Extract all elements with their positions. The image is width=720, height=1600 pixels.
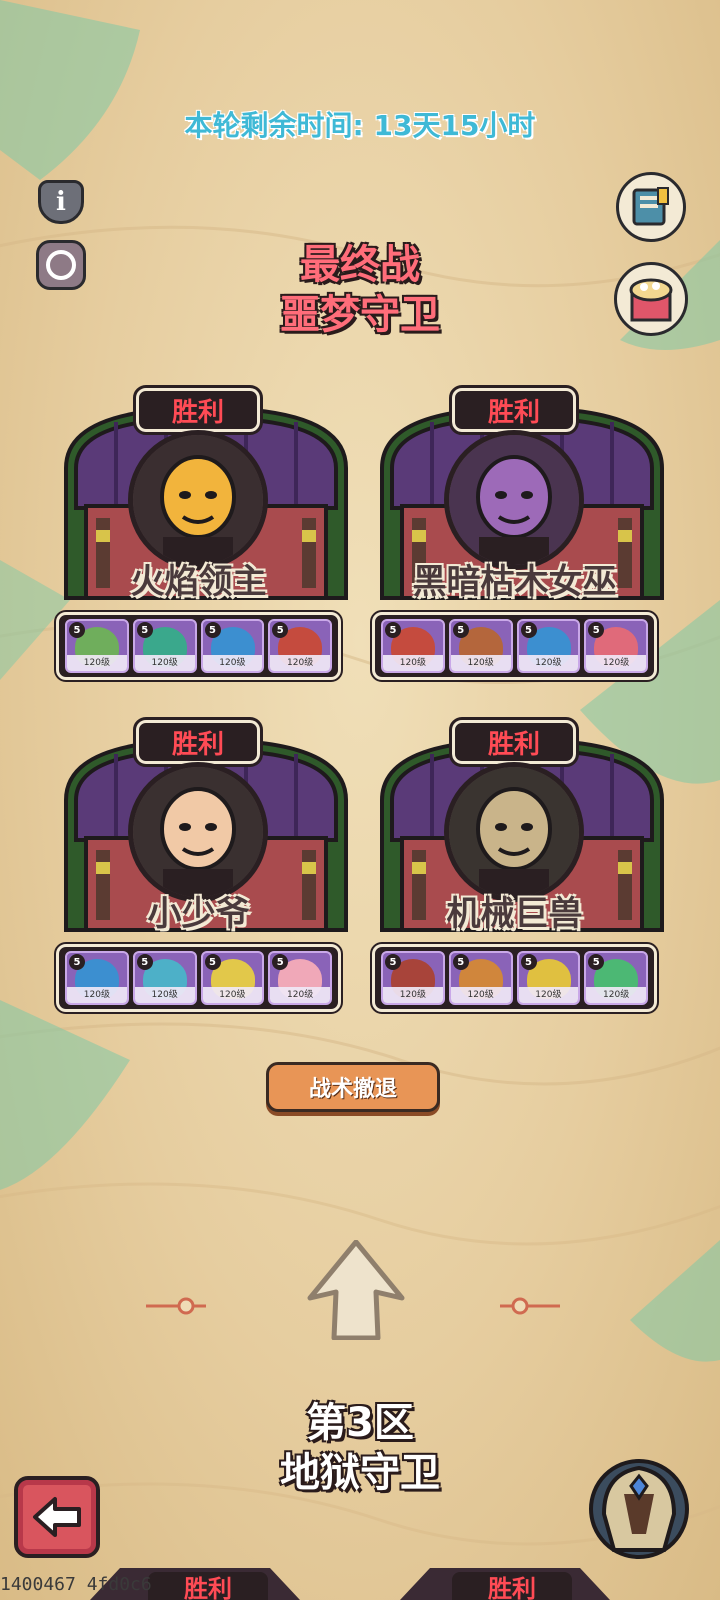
hero-level: 120级 [67, 987, 127, 1003]
boss-name: 小少爷 [147, 894, 250, 934]
boss-defense-team: 5 120级 5 120级 5 120级 5 120级 [370, 610, 659, 682]
hero-star-badge: 5 [385, 622, 401, 638]
boss-face-icon [133, 435, 263, 565]
palm-leaf-top-left [0, 0, 140, 180]
hero-slot: 5 120级 [65, 619, 129, 673]
timer-value: 13天15小时 [373, 109, 536, 142]
hero-star-badge: 5 [520, 622, 537, 638]
build-id: 1400467 4fd0c6 [0, 1574, 152, 1595]
boss-defense-team: 5 120级 5 120级 5 120级 5 120级 [54, 610, 343, 682]
hero-slot: 5 120级 [268, 951, 332, 1005]
hero-slot: 5 120级 [200, 619, 265, 673]
next-victory-badge-right: 胜利 [452, 1572, 572, 1600]
path-marker-left [146, 1297, 206, 1315]
hero-level: 120级 [383, 987, 443, 1003]
boss-portrait [444, 762, 584, 902]
boss-defense-team: 5 120级 5 120级 5 120级 5 120级 [370, 942, 659, 1014]
hero-level: 120级 [202, 655, 263, 671]
victory-badge: 胜利 [449, 385, 579, 435]
boss-card-3[interactable]: 胜利 小少爷 5 120级 5 120级 5 120级 5 120级 [54, 710, 356, 1030]
hero-slot: 5 120级 [448, 619, 513, 673]
hero-slot: 5 120级 [132, 951, 197, 1005]
hero-slot: 5 120级 [584, 619, 648, 673]
hero-slot: 5 120级 [448, 951, 513, 1005]
boss-portrait [128, 430, 268, 570]
hero-slot: 5 120级 [516, 619, 581, 673]
boss-face-icon [449, 767, 579, 897]
hero-star-badge: 5 [452, 622, 469, 638]
victory-badge: 胜利 [449, 717, 579, 767]
boss-portrait [444, 430, 584, 570]
up-arrow-icon[interactable] [306, 1240, 406, 1340]
hero-star-badge: 5 [520, 954, 537, 970]
hero-slot: 5 120级 [65, 951, 129, 1005]
timer-label: 本轮剩余时间: [184, 109, 364, 142]
boss-name: 火焰领主 [130, 562, 267, 602]
hero-level: 120级 [518, 655, 579, 671]
hero-level: 120级 [67, 655, 127, 671]
book-button[interactable] [616, 172, 686, 242]
hero-slot: 5 120级 [200, 951, 265, 1005]
boss-name: 机械巨兽 [446, 894, 583, 934]
hero-slot: 5 120级 [381, 619, 445, 673]
hero-level: 120级 [270, 987, 330, 1003]
hero-level: 120级 [586, 987, 646, 1003]
final-battle-line1: 最终战 [300, 242, 420, 288]
hero-level: 120级 [202, 987, 263, 1003]
hero-level: 120级 [450, 987, 511, 1003]
back-button[interactable] [14, 1476, 100, 1558]
round-timer: 本轮剩余时间: 13天15小时 [0, 104, 720, 144]
hero-star-badge: 5 [385, 954, 401, 970]
next-victory-badge-left: 胜利 [148, 1572, 268, 1600]
hero-slot: 5 120级 [516, 951, 581, 1005]
hero-slot: 5 120级 [268, 619, 332, 673]
book-icon [632, 187, 669, 226]
boss-portrait [128, 762, 268, 902]
hero-level: 120级 [383, 655, 443, 671]
hero-level: 120级 [270, 655, 330, 671]
boss-name: 黑暗枯木女巫 [412, 562, 617, 602]
hero-slot: 5 120级 [584, 951, 648, 1005]
hero-slot: 5 120级 [132, 619, 197, 673]
helmet-icon[interactable] [584, 1454, 694, 1564]
path-marker-right [500, 1297, 560, 1315]
hero-level: 120级 [134, 987, 195, 1003]
victory-badge: 胜利 [133, 385, 263, 435]
boss-face-icon [133, 767, 263, 897]
zone-number: 第3区 [306, 1400, 414, 1446]
palm-leaf-right-low [630, 1240, 720, 1362]
victory-badge: 胜利 [133, 717, 263, 767]
hero-slot: 5 120级 [381, 951, 445, 1005]
boss-face-icon [449, 435, 579, 565]
boss-defense-team: 5 120级 5 120级 5 120级 5 120级 [54, 942, 343, 1014]
hero-star-badge: 5 [136, 622, 153, 638]
hero-level: 120级 [134, 655, 195, 671]
boss-card-2[interactable]: 胜利 黑暗枯木女巫 5 120级 5 120级 5 120级 5 120级 [370, 378, 672, 698]
palm-leaf-left-low [0, 1000, 130, 1190]
hero-level: 120级 [586, 655, 646, 671]
back-arrow-icon [33, 1497, 81, 1537]
hero-level: 120级 [518, 987, 579, 1003]
hero-star-badge: 5 [452, 954, 469, 970]
boss-card-1[interactable]: 胜利 火焰领主 5 120级 5 120级 5 120级 5 120级 [54, 378, 356, 698]
hero-star-badge: 5 [69, 954, 85, 970]
final-battle-title: 最终战 噩梦守卫 [0, 240, 720, 340]
info-button[interactable]: i [38, 180, 84, 224]
info-icon: i [56, 187, 66, 217]
hero-star-badge: 5 [204, 954, 221, 970]
hero-level: 120级 [450, 655, 511, 671]
hero-star-badge: 5 [204, 622, 221, 638]
hero-star-badge: 5 [136, 954, 153, 970]
tactical-retreat-button[interactable]: 战术撤退 [266, 1062, 440, 1112]
final-battle-line2: 噩梦守卫 [280, 292, 440, 338]
hero-star-badge: 5 [69, 622, 85, 638]
boss-card-4[interactable]: 胜利 机械巨兽 5 120级 5 120级 5 120级 5 120级 [370, 710, 672, 1030]
